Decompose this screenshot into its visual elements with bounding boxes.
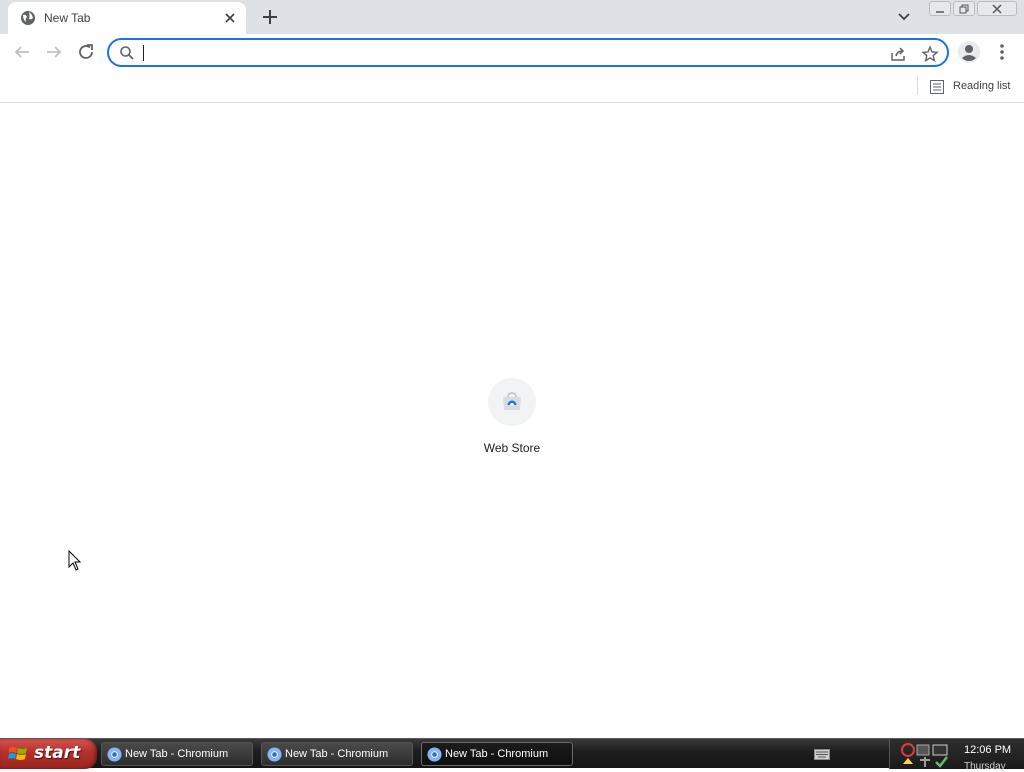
tab-new-tab[interactable]: New Tab [8, 2, 246, 34]
bookmarks-bar: Reading list [0, 71, 1024, 103]
shortcut-label: Web Store [483, 441, 541, 455]
reading-list-button[interactable]: Reading list [926, 75, 1018, 99]
restore-icon [959, 4, 969, 13]
new-tab-plus-icon[interactable] [258, 5, 282, 29]
shortcut-web-store[interactable]: Web Store [472, 374, 552, 464]
profile-avatar-icon[interactable] [957, 40, 981, 64]
bookmark-star-icon[interactable] [921, 45, 939, 63]
tab-strip: New Tab [0, 0, 1024, 34]
window-close-icon [992, 3, 1002, 14]
minimize-button[interactable] [929, 1, 951, 16]
network-icon [932, 744, 948, 756]
chevron-down-icon[interactable] [893, 6, 915, 28]
text-caret [143, 45, 144, 61]
minimize-icon [936, 10, 944, 13]
reading-list-icon [930, 80, 944, 94]
chromium-icon [267, 747, 282, 762]
reload-icon[interactable] [74, 40, 98, 64]
back-arrow-icon[interactable] [10, 40, 34, 64]
window-close-button[interactable] [977, 1, 1017, 16]
share-icon[interactable] [889, 45, 907, 63]
close-icon[interactable] [222, 10, 238, 26]
address-input[interactable] [141, 43, 881, 63]
web-store-icon [503, 392, 521, 410]
taskbar-item-chromium-1[interactable]: New Tab - Chromium [101, 742, 253, 766]
mouse-cursor-icon [68, 550, 82, 571]
tray-icons[interactable] [900, 742, 960, 768]
taskbar-item-label: New Tab - Chromium [445, 748, 549, 760]
reading-list-label: Reading list [953, 80, 1011, 92]
forward-arrow-icon[interactable] [42, 40, 66, 64]
bookmarks-separator [917, 77, 918, 95]
shield-icon [901, 743, 915, 757]
omnibox[interactable] [107, 38, 949, 67]
chromium-icon [427, 747, 442, 762]
monitor-icon [916, 744, 930, 756]
taskbar-item-chromium-3[interactable]: New Tab - Chromium [421, 742, 573, 766]
keyboard-icon[interactable] [814, 747, 830, 761]
clock-day: Thursday [964, 761, 1006, 772]
taskbar: start New Tab - Chromium New Tab - Chrom… [0, 738, 1024, 772]
chromium-icon [107, 747, 122, 762]
kebab-menu-icon[interactable] [992, 40, 1012, 64]
taskbar-item-chromium-2[interactable]: New Tab - Chromium [261, 742, 413, 766]
browser-toolbar [0, 34, 1024, 71]
tab-title: New Tab [44, 11, 91, 25]
start-label: start [34, 743, 81, 763]
system-tray: 12:06 PM Thursday [889, 739, 1024, 772]
search-icon [120, 46, 134, 60]
restore-button[interactable] [953, 1, 975, 16]
clock-time: 12:06 PM [964, 744, 1012, 756]
start-button[interactable]: start [0, 739, 97, 769]
taskbar-item-label: New Tab - Chromium [125, 748, 229, 760]
new-tab-page: Web Store [0, 104, 1024, 738]
taskbar-item-label: New Tab - Chromium [285, 748, 389, 760]
check-icon [935, 756, 948, 768]
windows-logo-icon [8, 747, 27, 760]
usb-icon [920, 757, 930, 767]
shortcut-tile [488, 378, 536, 426]
globe-icon [21, 11, 35, 25]
warning-icon [903, 758, 913, 764]
